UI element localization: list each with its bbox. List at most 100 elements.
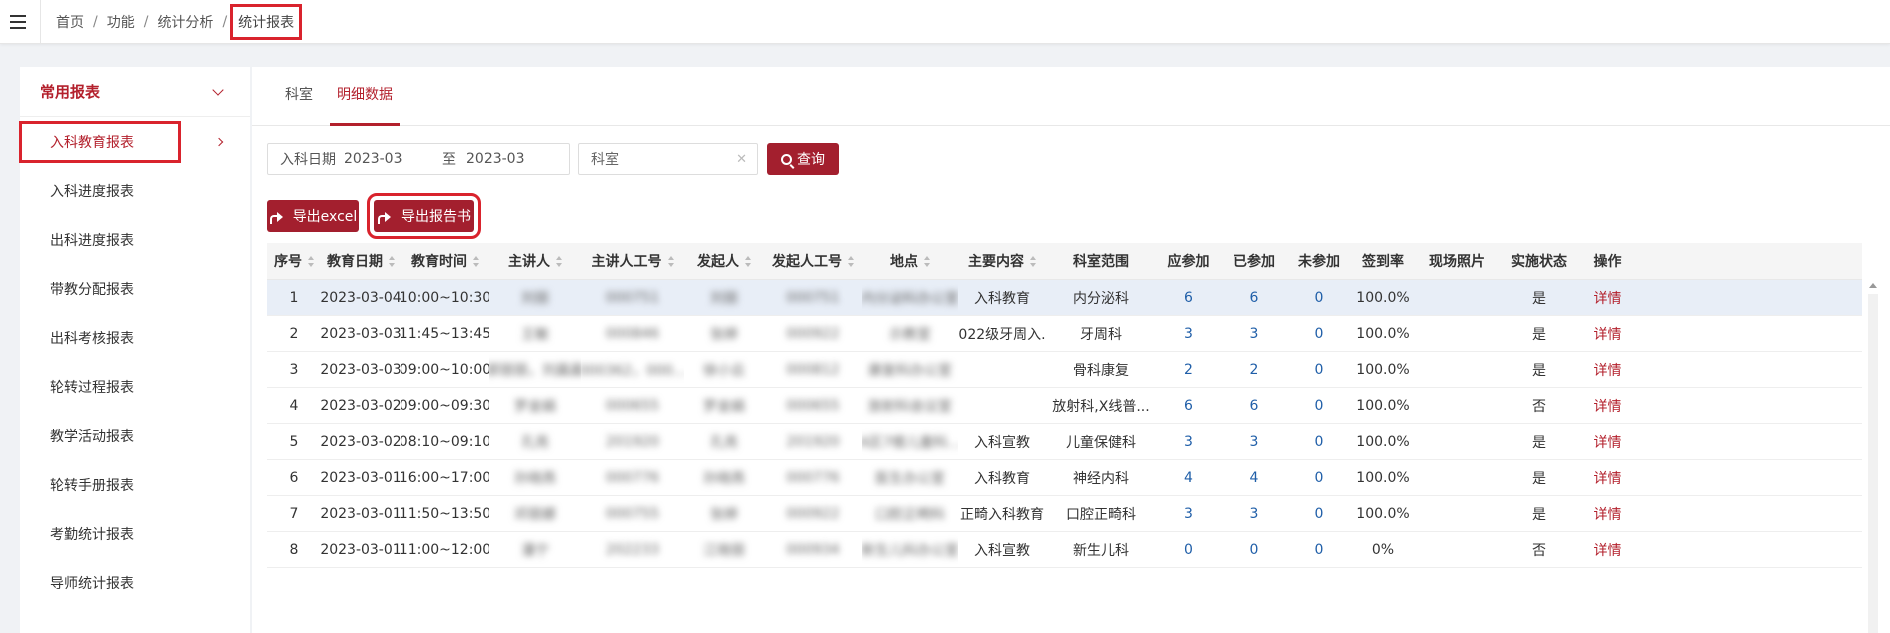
cell-text: 否 bbox=[1532, 542, 1546, 559]
table-row[interactable]: 2 2023-03-03 11:45~13:45 王敏 000846 张婷 000922 示教… bbox=[267, 316, 1862, 352]
detail-link[interactable]: 详情 bbox=[1594, 432, 1622, 452]
table-cell[interactable]: 详情 bbox=[1579, 280, 1636, 315]
table-cell: 11:45~13:45 bbox=[401, 316, 489, 351]
breadcrumb-current: 统计报表 bbox=[230, 4, 303, 40]
detail-link[interactable]: 详情 bbox=[1594, 360, 1622, 380]
date-to-input[interactable]: 2023-03 bbox=[466, 151, 564, 167]
clear-icon[interactable]: ✕ bbox=[736, 152, 747, 167]
sidebar-item[interactable]: 入科进度报表 bbox=[20, 166, 250, 215]
table-cell: 100.0% bbox=[1351, 316, 1415, 351]
table-row[interactable]: 5 2023-03-02 08:10~09:10 孔亮 201920 孔亮 201920 A区… bbox=[267, 424, 1862, 460]
table-cell: 2022级牙周入... bbox=[958, 316, 1046, 351]
sort-icon[interactable] bbox=[389, 255, 395, 267]
table-cell: 1 bbox=[267, 280, 321, 315]
column-header[interactable]: 教育时间 bbox=[401, 243, 489, 279]
breadcrumb-statistics[interactable]: 统计分析 bbox=[157, 12, 213, 32]
sidebar-item[interactable]: 带教分配报表 bbox=[20, 264, 250, 313]
tab-department[interactable]: 科室 bbox=[279, 67, 319, 126]
sort-icon[interactable] bbox=[924, 255, 930, 267]
sort-icon[interactable] bbox=[848, 255, 854, 267]
sidebar-group-title: 常用报表 bbox=[40, 83, 101, 101]
masked-text: 罗金娟 bbox=[703, 398, 745, 415]
export-excel-button[interactable]: 导出excel bbox=[267, 200, 359, 232]
table-cell[interactable]: 详情 bbox=[1579, 352, 1636, 387]
detail-link[interactable]: 详情 bbox=[1594, 396, 1622, 416]
detail-link[interactable]: 详情 bbox=[1594, 504, 1622, 524]
sidebar-item[interactable]: 出科进度报表 bbox=[20, 215, 250, 264]
table-row[interactable]: 1 2023-03-04 10:00~10:30 刘丽 000751 刘丽 000751 内分… bbox=[267, 280, 1862, 316]
data-table: 序号 教育日期 教育时间 主讲人 主讲人工号 发起人 发起人工号 地点 主要内容 科室范围 应参加 已… bbox=[267, 243, 1862, 568]
table-row[interactable]: 6 2023-03-01 16:00~17:00 孙晓燕 000776 孙晓燕 000776… bbox=[267, 460, 1862, 496]
count-value: 6 bbox=[1249, 397, 1259, 414]
table-cell[interactable]: 详情 bbox=[1579, 388, 1636, 423]
column-header[interactable]: 地点 bbox=[862, 243, 958, 279]
table-cell: 内分泌科办公室 bbox=[862, 280, 958, 315]
column-header[interactable]: 发起人 bbox=[684, 243, 764, 279]
table-cell: 6 bbox=[1156, 280, 1221, 315]
department-select[interactable]: 科室 ✕ bbox=[578, 143, 758, 175]
sort-icon[interactable] bbox=[473, 255, 479, 267]
vertical-scrollbar[interactable] bbox=[1868, 294, 1878, 633]
cell-text: 100.0% bbox=[1356, 397, 1410, 414]
column-header[interactable]: 主要内容 bbox=[958, 243, 1046, 279]
cell-text: 2023-03-01 bbox=[321, 541, 401, 558]
date-from-input[interactable]: 2023-03 bbox=[344, 151, 442, 167]
sidebar-item[interactable]: 导师统计报表 bbox=[20, 558, 250, 607]
masked-text: 口腔正畸科 bbox=[875, 506, 945, 523]
cell-text: 4 bbox=[289, 397, 299, 414]
masked-text: 潘宁 bbox=[521, 542, 549, 559]
hamburger-menu-icon[interactable] bbox=[8, 11, 30, 33]
masked-text: 孔亮 bbox=[710, 434, 738, 451]
detail-link[interactable]: 详情 bbox=[1594, 288, 1622, 308]
table-cell[interactable]: 详情 bbox=[1579, 496, 1636, 531]
query-button[interactable]: 查询 bbox=[767, 143, 839, 175]
column-header[interactable]: 发起人工号 bbox=[764, 243, 862, 279]
sidebar-item[interactable]: 考勤统计报表 bbox=[20, 509, 250, 558]
cell-text: 2023-03-03 bbox=[321, 361, 401, 378]
sidebar-item[interactable]: 轮转过程报表 bbox=[20, 362, 250, 411]
date-range-picker[interactable]: 入科日期 2023-03 至 2023-03 bbox=[267, 143, 570, 175]
table-row[interactable]: 4 2023-03-02 09:00~09:30 罗金娟 000655 罗金娟 000655… bbox=[267, 388, 1862, 424]
breadcrumb-function[interactable]: 功能 bbox=[107, 12, 135, 32]
sort-icon[interactable] bbox=[667, 255, 674, 267]
table-row[interactable]: 7 2023-03-01 11:50~13:50 邓丽娜 000755 张婷 000922 口… bbox=[267, 496, 1862, 532]
sort-icon[interactable] bbox=[745, 255, 751, 267]
sidebar-item[interactable]: 入科教育报表 bbox=[19, 117, 250, 166]
table-cell: 刘丽 bbox=[489, 280, 581, 315]
column-header[interactable]: 序号 bbox=[267, 243, 321, 279]
column-header[interactable]: 主讲人 bbox=[489, 243, 581, 279]
export-report-button[interactable]: 导出报告书 bbox=[367, 193, 481, 239]
table-cell[interactable]: 详情 bbox=[1579, 532, 1636, 567]
count-value: 0 bbox=[1314, 289, 1324, 306]
masked-text: 张婷 bbox=[710, 506, 738, 523]
table-cell[interactable]: 详情 bbox=[1579, 424, 1636, 459]
table-cell: 儿童保健科 bbox=[1046, 424, 1156, 459]
masked-text: 医生办公室 bbox=[875, 470, 945, 487]
column-header[interactable]: 主讲人工号 bbox=[581, 243, 684, 279]
table-cell: 孙晓燕 bbox=[684, 460, 764, 495]
table-row[interactable]: 8 2023-03-01 11:00~12:00 潘宁 202233 江晓丽 000934 新… bbox=[267, 532, 1862, 568]
column-header-label: 发起人工号 bbox=[772, 254, 842, 270]
table-cell[interactable]: 详情 bbox=[1579, 460, 1636, 495]
sidebar-item[interactable]: 轮转手册报表 bbox=[20, 460, 250, 509]
scroll-up-arrow-icon[interactable] bbox=[1869, 283, 1877, 288]
breadcrumb-home[interactable]: 首页 bbox=[56, 12, 84, 32]
sort-icon[interactable] bbox=[1030, 255, 1036, 267]
sort-icon[interactable] bbox=[556, 255, 562, 267]
sort-icon[interactable] bbox=[308, 255, 314, 267]
date-range-separator: 至 bbox=[442, 152, 456, 168]
sidebar-item[interactable]: 教学活动报表 bbox=[20, 411, 250, 460]
tab-detail-data[interactable]: 明细数据 bbox=[330, 67, 400, 126]
sidebar-group-header[interactable]: 常用报表 bbox=[20, 67, 250, 117]
detail-link[interactable]: 详情 bbox=[1594, 540, 1622, 560]
column-header[interactable]: 教育日期 bbox=[321, 243, 401, 279]
table-row[interactable]: 3 2023-03-03 09:00~10:00 郭丽丽，刘晨晨 000362，000.… bbox=[267, 352, 1862, 388]
detail-link[interactable]: 详情 bbox=[1594, 468, 1622, 488]
cell-text: 100.0% bbox=[1356, 505, 1410, 522]
column-header-label: 教育时间 bbox=[411, 254, 467, 270]
table-cell[interactable]: 详情 bbox=[1579, 316, 1636, 351]
sidebar-item[interactable]: 出科考核报表 bbox=[20, 313, 250, 362]
detail-link[interactable]: 详情 bbox=[1594, 324, 1622, 344]
table-cell: 000922 bbox=[764, 316, 862, 351]
table-cell: 000934 bbox=[764, 532, 862, 567]
